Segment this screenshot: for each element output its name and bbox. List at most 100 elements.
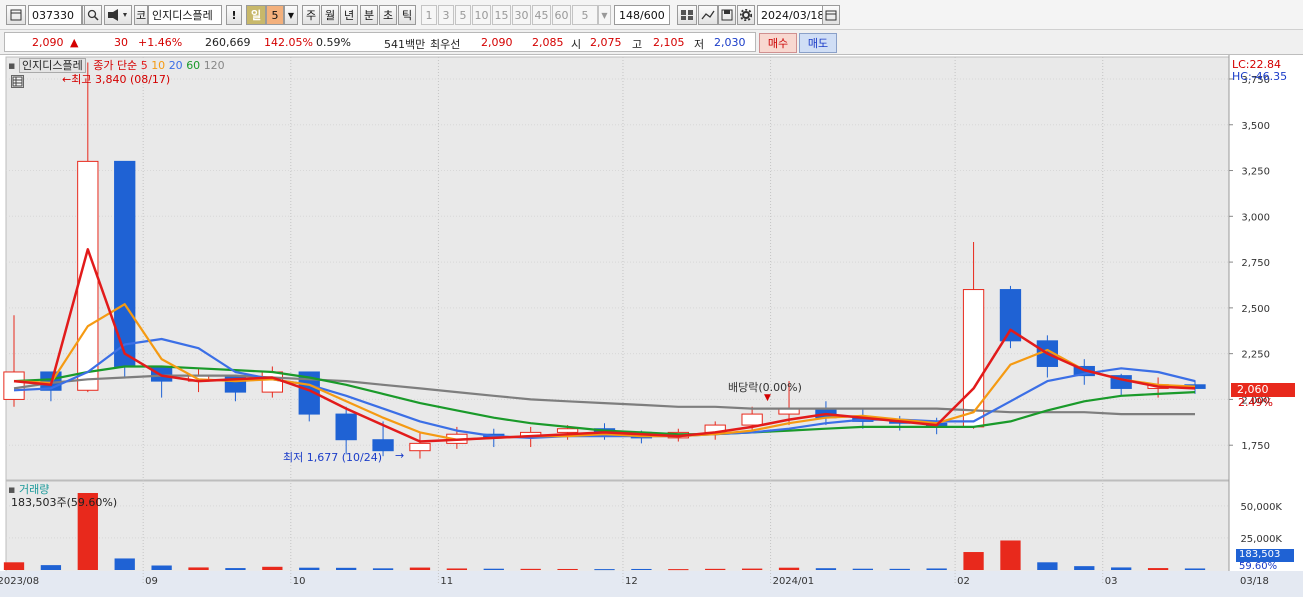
volume-bar bbox=[668, 569, 689, 571]
chart-menu-icon[interactable] bbox=[6, 5, 26, 25]
interval-dropdown-icon[interactable]: ▼ bbox=[598, 5, 611, 25]
quote-bar: 2,090 ▲ 30 +1.46% 260,669 142.05% 0.59% … bbox=[0, 32, 1303, 54]
price-tick-label: 2,500 bbox=[1241, 304, 1270, 315]
volume-bar bbox=[40, 565, 62, 570]
interval-button[interactable]: 60 bbox=[552, 5, 571, 25]
period-dropdown-icon[interactable]: ▼ bbox=[284, 5, 298, 25]
volume-bar bbox=[446, 568, 468, 570]
interval-button[interactable]: 30 bbox=[512, 5, 531, 25]
interval-button[interactable]: 5 bbox=[455, 5, 471, 25]
volume-bar bbox=[409, 567, 431, 570]
date-tick-label: 09 bbox=[145, 576, 158, 587]
candle-body bbox=[556, 428, 579, 433]
period-year-button[interactable]: 년 bbox=[340, 5, 358, 25]
price-tick-label: 1,750 bbox=[1241, 441, 1270, 452]
interval-button[interactable]: 15 bbox=[492, 5, 511, 25]
date-tick-label: 12 bbox=[624, 576, 638, 587]
alert-button[interactable]: ! bbox=[226, 5, 242, 25]
gear-icon bbox=[740, 9, 752, 21]
chart-grid-toggle-icon[interactable] bbox=[11, 75, 24, 88]
calendar-icon[interactable] bbox=[822, 5, 840, 25]
interval-button[interactable]: 45 bbox=[532, 5, 551, 25]
period-day-button[interactable]: 일 bbox=[246, 5, 266, 25]
period-minute-button[interactable]: 분 bbox=[360, 5, 378, 25]
price-panel-background bbox=[5, 56, 1230, 481]
volume-bar bbox=[705, 568, 726, 570]
current-pct-tag: 2.49% bbox=[1238, 396, 1273, 409]
draw-tool-icon[interactable] bbox=[698, 5, 718, 25]
volume-bar bbox=[372, 568, 394, 570]
volume-bar bbox=[3, 562, 25, 570]
period-month-button[interactable]: 월 bbox=[321, 5, 339, 25]
buy-button[interactable]: 매수 bbox=[759, 33, 797, 53]
price-tick-label: 2,750 bbox=[1241, 258, 1270, 269]
candle-body bbox=[409, 442, 431, 452]
volume-bar bbox=[336, 567, 357, 570]
interval-value-field[interactable]: 5 bbox=[572, 5, 598, 25]
window-icon bbox=[10, 9, 22, 21]
volume-bar bbox=[1184, 568, 1206, 570]
prev-next-icon[interactable] bbox=[104, 5, 132, 25]
date-field[interactable]: 2024/03/18 bbox=[757, 5, 823, 25]
high-annotation: ←최고 3,840 (08/17) bbox=[62, 73, 171, 86]
speaker-icon bbox=[108, 9, 127, 21]
code-input[interactable]: 037330 bbox=[28, 5, 82, 25]
volume-bar bbox=[1111, 567, 1132, 570]
period-tick-button[interactable]: 틱 bbox=[398, 5, 416, 25]
best-bid: 2,085 bbox=[532, 36, 564, 49]
candle-body bbox=[962, 289, 985, 428]
candle-body bbox=[3, 371, 25, 400]
interval-button[interactable]: 10 bbox=[472, 5, 491, 25]
period-value-field[interactable]: 5 bbox=[266, 5, 284, 25]
hc-label: HC:-46.35 bbox=[1232, 70, 1288, 83]
candle-body bbox=[261, 371, 283, 393]
volume-bar bbox=[114, 558, 135, 570]
interval-button[interactable]: 1 bbox=[421, 5, 437, 25]
chart-area[interactable]: 1,750 2,000 2,250 2,500 2,750 3,000 3,250 3,500… bbox=[0, 54, 1303, 597]
low-label: 저 bbox=[694, 38, 705, 51]
volume-bar bbox=[188, 567, 209, 570]
up-arrow-icon: ▲ bbox=[70, 36, 79, 49]
save-icon[interactable] bbox=[718, 5, 736, 25]
volume-bar bbox=[225, 568, 246, 570]
legend-dot-icon: ▪ bbox=[8, 59, 16, 72]
best-ask: 2,090 bbox=[481, 36, 513, 49]
volume-tick-label: 25,000K bbox=[1240, 534, 1282, 545]
price-change-pct: +1.46% bbox=[138, 36, 183, 49]
volume-bar bbox=[889, 568, 910, 570]
stock-name-field[interactable]: 인지디스플레 bbox=[148, 5, 222, 25]
open-label: 시 bbox=[571, 38, 582, 51]
volume-panel-background bbox=[5, 480, 1230, 573]
volume-max-label: 183,503주(59.60%) bbox=[11, 496, 118, 509]
period-week-button[interactable]: 주 bbox=[302, 5, 320, 25]
low-annotation: 최저 1,677 (10/24) bbox=[283, 451, 383, 464]
trade-amount: 541백만 bbox=[384, 38, 426, 51]
search-icon[interactable] bbox=[84, 5, 102, 25]
price-volume-chart[interactable]: 1,7502,0002,2502,5002,7503,0003,2503,500… bbox=[0, 55, 1303, 597]
count-value: 148 bbox=[619, 8, 640, 22]
period-second-button[interactable]: 초 bbox=[379, 5, 397, 25]
price-tick-label: 3,250 bbox=[1241, 167, 1270, 178]
sell-button[interactable]: 매도 bbox=[799, 33, 837, 53]
settings-icon[interactable] bbox=[737, 5, 755, 25]
legend-ma120: 120 bbox=[203, 59, 225, 72]
volume-bar bbox=[299, 567, 320, 570]
volume-bar bbox=[557, 568, 578, 570]
candle-body bbox=[741, 413, 763, 426]
volume-value: 260,669 bbox=[205, 36, 251, 49]
price-tick-label: 3,500 bbox=[1241, 121, 1270, 132]
open-price: 2,075 bbox=[590, 36, 622, 49]
volume-bar bbox=[1000, 540, 1021, 570]
grid-settings-icon bbox=[681, 10, 693, 20]
interval-button[interactable]: 3 bbox=[438, 5, 454, 25]
indicator-icon[interactable] bbox=[677, 5, 697, 25]
count-field[interactable]: 148/600 bbox=[614, 5, 670, 25]
date-tick-label: 2024/01 bbox=[772, 576, 815, 587]
dividend-arrow-icon: ▼ bbox=[764, 393, 771, 403]
price-change: 30 bbox=[114, 36, 128, 49]
code-prefix-button[interactable]: 코 bbox=[134, 5, 148, 25]
candle-body bbox=[335, 413, 357, 441]
right-date-label: 03/18 bbox=[1240, 576, 1269, 587]
current-price-tag: 2,060 bbox=[1231, 383, 1295, 397]
date-tick-label: 02 bbox=[957, 576, 970, 587]
